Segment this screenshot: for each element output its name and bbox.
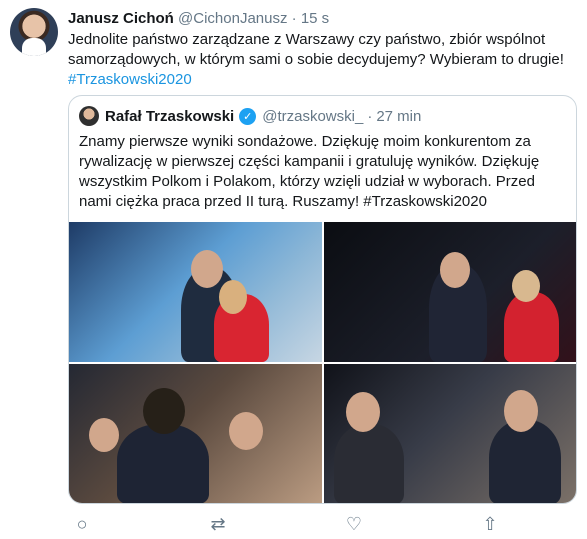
tweet-text: Jednolite państwo zarządzane z Warszawy … xyxy=(68,30,573,90)
person-figure xyxy=(489,420,561,503)
person-head xyxy=(219,280,247,314)
tweet[interactable]: Janusz Cichoń @CichonJanusz · 15 s Jedno… xyxy=(0,0,587,539)
reply-icon[interactable]: ○ xyxy=(70,514,94,534)
like-icon[interactable]: ♡ xyxy=(342,514,366,534)
quoted-author-handle[interactable]: @trzaskowski_ xyxy=(262,108,363,125)
photo-2[interactable] xyxy=(324,222,576,362)
quoted-author-name[interactable]: Rafał Trzaskowski xyxy=(105,108,234,125)
person-head xyxy=(346,392,380,432)
header-separator: · xyxy=(291,10,297,27)
person-head xyxy=(89,418,119,452)
photo-grid xyxy=(69,222,576,503)
author-name[interactable]: Janusz Cichoń xyxy=(68,10,174,27)
author-handle[interactable]: @CichonJanusz xyxy=(178,10,287,27)
verified-icon: ✓ xyxy=(239,107,257,125)
tweet-header: Janusz Cichoń @CichonJanusz · 15 s xyxy=(68,10,329,27)
person-head xyxy=(143,388,185,434)
share-icon[interactable]: ⇧ xyxy=(478,514,502,534)
quoted-separator: · xyxy=(367,107,373,125)
avatar[interactable] xyxy=(10,8,58,56)
tweet-actions: ○ ⇄ ♡ ⇧ xyxy=(70,514,500,534)
tweet-time[interactable]: 15 s xyxy=(301,10,329,27)
quoted-avatar[interactable] xyxy=(79,106,99,126)
photo-4[interactable] xyxy=(324,364,576,503)
retweet-icon[interactable]: ⇄ xyxy=(206,514,230,534)
tweet-text-line: samorządowych, w którym sami o sobie dec… xyxy=(68,51,564,68)
hashtag-link[interactable]: #Trzaskowski2020 xyxy=(68,70,573,90)
person-figure xyxy=(334,424,404,503)
quoted-tweet[interactable]: Rafał Trzaskowski ✓ @trzaskowski_ · 27 m… xyxy=(68,95,577,504)
tweet-text-line: Jednolite państwo zarządzane z Warszawy … xyxy=(68,31,546,48)
quoted-tweet-header: Rafał Trzaskowski ✓ @trzaskowski_ · 27 m… xyxy=(79,106,421,126)
person-figure xyxy=(504,292,559,362)
person-head xyxy=(229,412,263,450)
photo-1[interactable] xyxy=(69,222,322,362)
person-head xyxy=(440,252,470,288)
photo-3[interactable] xyxy=(69,364,322,503)
quoted-time[interactable]: 27 min xyxy=(376,108,421,125)
person-figure xyxy=(117,424,209,503)
person-head xyxy=(191,250,223,288)
person-head xyxy=(504,390,538,432)
quoted-tweet-text: Znamy pierwsze wyniki sondażowe. Dziękuj… xyxy=(79,133,540,210)
person-head xyxy=(512,270,540,302)
